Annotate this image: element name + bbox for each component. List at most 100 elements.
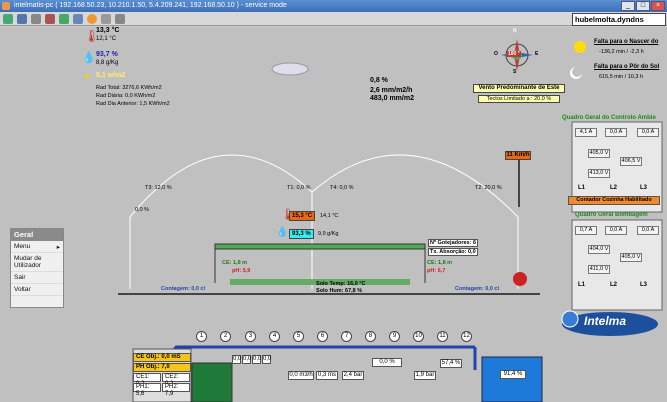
- wind-speed: 11 Km/h: [505, 151, 531, 160]
- pump-voltage-2: 405,0 V: [620, 253, 642, 262]
- compass-east: E: [535, 51, 539, 57]
- inside-humidity-sub: 9,9 g/Kg: [318, 231, 339, 237]
- sunrise-value: -136,2 min / -2,3 h: [599, 49, 644, 55]
- pressure-1: 2,4 bar: [342, 371, 364, 380]
- ce1-value: CE1: 0,2: [133, 373, 161, 387]
- print-icon[interactable]: [101, 14, 111, 24]
- compass-north: N: [513, 28, 517, 34]
- sunrise-label: Falta para o Nascer do: [594, 39, 659, 45]
- inside-temp: 15,3 °C: [289, 211, 316, 221]
- radiation-icon: ●: [84, 71, 90, 81]
- window-t3: T3: 12,0 %: [145, 185, 172, 191]
- counter-right: Contagem: 0,0 cl: [455, 286, 500, 292]
- valve-9[interactable]: 9: [389, 331, 400, 342]
- window-title: intelmatis-pc ( 192.168.50.23, 10.210.1.…: [14, 2, 287, 9]
- valve-6[interactable]: 6: [317, 331, 328, 342]
- compass-south: S: [513, 69, 517, 75]
- ambient-panel-title: Quadro Geral do Controlo Ambie: [562, 115, 656, 121]
- view-icon[interactable]: [17, 14, 27, 24]
- sunset-label: Falta para o Pôr do Sol: [594, 64, 660, 70]
- kitchen-counter-status: Contador Cozinha Habilitado: [568, 196, 660, 205]
- maximize-button[interactable]: □: [636, 1, 650, 11]
- window-titlebar: intelmatis-pc ( 192.168.50.23, 10.210.1.…: [0, 0, 667, 12]
- submenu-arrow-icon: ▸: [56, 244, 60, 251]
- valve-2[interactable]: 2: [220, 331, 231, 342]
- pump-voltage-3: 411,0 V: [588, 265, 610, 274]
- menu-item-exit[interactable]: Sair: [11, 272, 63, 284]
- ambient-current-l3: 0,0 A: [637, 128, 659, 137]
- valve-12[interactable]: 12: [461, 331, 472, 342]
- tools-icon[interactable]: [31, 14, 41, 24]
- ce-objective: CE Obj.: 0,0 mS: [133, 353, 191, 362]
- radiation-value: 0,1 w/m2: [96, 72, 126, 79]
- conductivity-ms: 0,3 ms: [316, 371, 338, 380]
- pressure-2: 1,9 bar: [414, 371, 436, 380]
- inside-humidity-icon: 💧: [276, 227, 289, 238]
- valve-3[interactable]: 3: [245, 331, 256, 342]
- menu-item-menu[interactable]: Menu ▸: [11, 241, 63, 253]
- minimize-button[interactable]: _: [621, 1, 635, 11]
- valve-1[interactable]: 1: [196, 331, 207, 342]
- pump-line-l3: L3: [640, 282, 648, 288]
- outside-humidity-sub: 8,8 g/Kg: [96, 60, 119, 66]
- pump-current-l3: 0,0 A: [637, 226, 659, 235]
- cloud-icon: [271, 62, 309, 76]
- soil-humidity: Solo Hum: 67,8 %: [316, 288, 363, 294]
- pump-voltage-1: 404,0 V: [588, 245, 610, 254]
- counter-left: Contagem: 0,0 cl: [161, 286, 206, 292]
- ambient-voltage-1: 405,0 V: [588, 149, 610, 158]
- ambient-current-l1: 4,1 A: [575, 128, 597, 137]
- close-button[interactable]: ×: [651, 1, 665, 11]
- connection-icon[interactable]: [3, 14, 13, 24]
- valve-5[interactable]: 5: [293, 331, 304, 342]
- ambient-line-l1: L1: [578, 185, 586, 191]
- valve-11[interactable]: 11: [437, 331, 448, 342]
- ambient-line-l2: L2: [610, 185, 618, 191]
- drippers-count: Nº Gotejadores: 6: [428, 239, 479, 247]
- valve-8[interactable]: 8: [365, 331, 376, 342]
- rain-rate: 2,6 mm/m2/h: [370, 87, 413, 94]
- rain-pct: 0,8 %: [370, 77, 388, 84]
- sun-icon: [574, 41, 586, 53]
- outside-temp: 13,3 °C: [96, 27, 120, 34]
- flow-rate: 0,0 m3/h: [288, 371, 314, 380]
- moon-icon: [264, 37, 285, 65]
- rad-daily: Rad Diária: 0,0 KWh/m2: [96, 93, 156, 99]
- info-icon[interactable]: [87, 14, 97, 24]
- fullscreen-icon[interactable]: [115, 14, 125, 24]
- outside-temp-sub: 12,1 °C: [96, 36, 117, 42]
- window-t1: T1: 0,0 %: [287, 185, 311, 191]
- host-field[interactable]: hubelmolta.dyndns: [572, 13, 666, 26]
- pump-panel-title: Quadro Geral Bombagem: [575, 212, 648, 218]
- general-menu: Geral Menu ▸ Mudar de Utilizador Sair Vo…: [10, 228, 64, 308]
- sunset-value: 615,5 min / 10,3 h: [599, 74, 644, 80]
- rad-previous: Rad Dia Anterior: 1,5 KWh/m2: [96, 101, 170, 107]
- ambient-voltage-3: 413,0 V: [588, 169, 610, 178]
- monitor-icon[interactable]: [73, 14, 83, 24]
- menu-item-change-user[interactable]: Mudar de Utilizador: [11, 253, 63, 272]
- valve-10[interactable]: 10: [413, 331, 424, 342]
- pump-current-l2: 0,0 A: [605, 226, 627, 235]
- soil-temp: Solo Temp: 16,0 °C: [316, 281, 366, 287]
- ambient-line-l3: L3: [640, 185, 648, 191]
- pump-current-l1: 0,7 A: [575, 226, 597, 235]
- ambient-current-l2: 0,0 A: [605, 128, 627, 137]
- settings-icon[interactable]: [59, 14, 69, 24]
- ambient-voltage-2: 406,5 V: [620, 157, 642, 166]
- roof-limit: Tectos Limitado a : 20,0 %: [478, 95, 560, 103]
- refresh-icon[interactable]: [45, 14, 55, 24]
- tank-value-2: 0,0: [242, 355, 252, 364]
- ce-left: CE: 1,8 m: [222, 260, 248, 266]
- tank-value-1: 0,0: [232, 355, 242, 364]
- valve-4[interactable]: 4: [269, 331, 280, 342]
- small-moon-icon: [570, 67, 582, 79]
- menu-item-back[interactable]: Voltar: [11, 284, 63, 296]
- valve-7[interactable]: 7: [341, 331, 352, 342]
- wind-direction: 180 °: [507, 51, 521, 57]
- pump-line-l2: L2: [610, 282, 618, 288]
- mix-percentage: 0,0 %: [372, 358, 402, 367]
- pump-line-l1: L1: [578, 282, 586, 288]
- tank-value-3: 0,0: [252, 355, 262, 364]
- inside-temp-sub: 14,1 °C: [320, 213, 339, 219]
- ph-objective: PH Obj.: 7,0: [133, 363, 191, 372]
